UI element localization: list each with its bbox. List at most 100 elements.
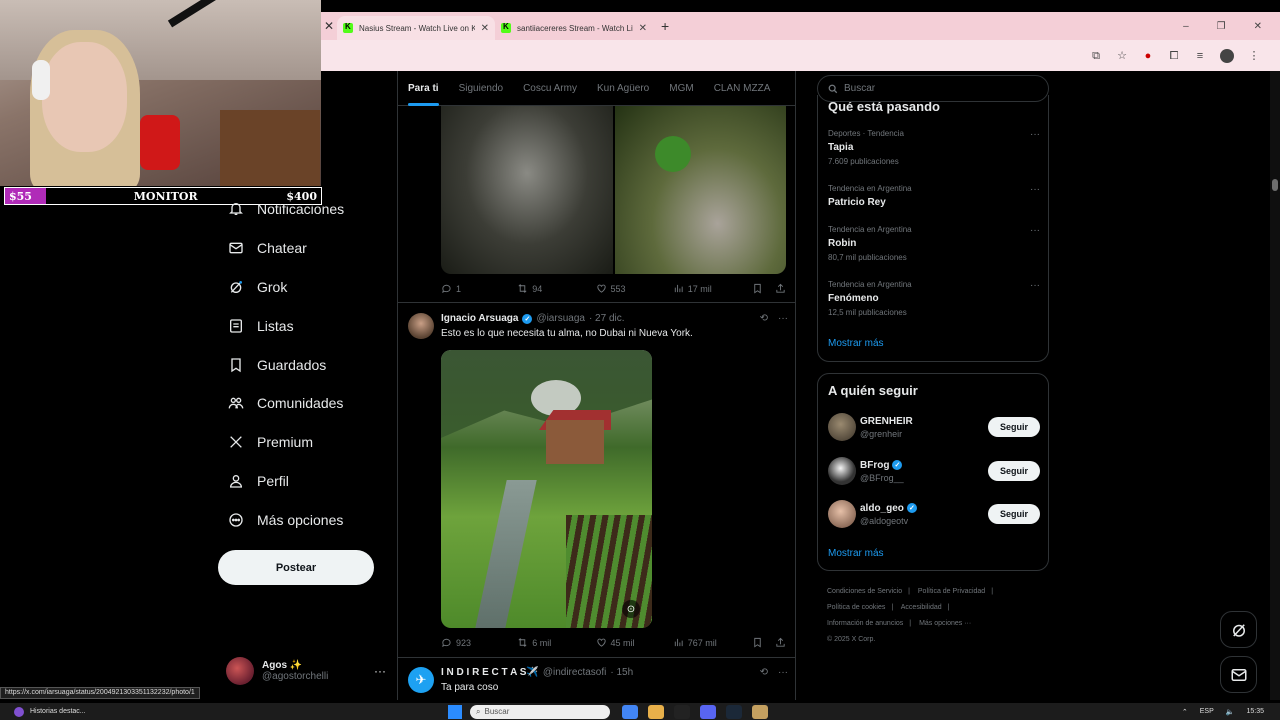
tab-para-ti[interactable]: Para ti <box>398 71 449 106</box>
post-time[interactable]: · 27 dic. <box>589 313 625 324</box>
nav-item-guardados[interactable]: Guardados <box>218 345 388 384</box>
author-name[interactable]: Ignacio Arsuaga <box>441 313 518 324</box>
page-scrollbar[interactable] <box>1270 71 1280 700</box>
author-name[interactable]: I N D I R E C T A S✈️ <box>441 667 539 678</box>
more-horizontal-icon[interactable]: ··· <box>1030 225 1040 236</box>
scrollbar-thumb[interactable] <box>1272 179 1278 191</box>
reply-button[interactable]: 923 <box>441 637 517 648</box>
nav-item-premium[interactable]: Premium <box>218 423 388 462</box>
adblock-icon[interactable]: ● <box>1142 50 1154 62</box>
chevron-up-icon[interactable]: ⌃ <box>1182 708 1188 716</box>
trend-item[interactable]: Tendencia en Argentina Fenómeno 12,5 mil… <box>828 280 1040 317</box>
minimize-icon[interactable]: – <box>1183 21 1189 32</box>
footer-link[interactable]: Política de cookies <box>827 604 885 611</box>
obs-icon[interactable] <box>674 704 690 719</box>
folder-icon[interactable] <box>648 704 664 719</box>
steam-icon[interactable] <box>726 704 742 719</box>
trends-show-more-link[interactable]: Mostrar más <box>828 338 884 349</box>
follow-button[interactable]: Seguir <box>988 417 1040 437</box>
tab-mgm[interactable]: MGM <box>659 71 703 106</box>
chrome-icon[interactable] <box>622 704 638 719</box>
nav-item-comunidades[interactable]: Comunidades <box>218 384 388 423</box>
messages-fab-button[interactable] <box>1220 656 1257 693</box>
grok-image-icon[interactable]: ⊙ <box>622 600 640 618</box>
news-widget-icon[interactable] <box>14 706 24 717</box>
kebab-menu-icon[interactable]: ⋮ <box>1248 50 1260 62</box>
nav-item-listas[interactable]: Listas <box>218 306 388 345</box>
kitten-image[interactable] <box>441 106 613 274</box>
trend-item[interactable]: Tendencia en Argentina Robin 80,7 mil pu… <box>828 225 1040 262</box>
more-horizontal-icon[interactable]: ··· <box>778 313 788 324</box>
views-button[interactable]: 767 mil <box>673 637 752 648</box>
more-horizontal-icon[interactable]: ··· <box>778 667 788 678</box>
trend-item[interactable]: Deportes · Tendencia Tapia 7.609 publica… <box>828 129 1040 166</box>
bookmark-icon[interactable] <box>752 283 763 294</box>
cabin-landscape-image[interactable]: ⊙ <box>441 350 652 628</box>
close-icon[interactable]: ✕ <box>639 23 647 34</box>
author-handle[interactable]: @iarsuaga <box>536 313 585 324</box>
account-switcher[interactable]: Agos ✨ @agostorchelli ··· <box>226 655 386 687</box>
cat-clover-image[interactable] <box>614 106 786 274</box>
author-handle[interactable]: @indirectasofi <box>543 667 607 678</box>
follow-suggestion[interactable]: BFrog ✓ @BFrog__ Seguir <box>828 456 1040 486</box>
share-icon[interactable] <box>775 637 786 648</box>
grok-fab-button[interactable] <box>1220 611 1257 648</box>
news-widget-label[interactable]: Historias destac... <box>30 708 86 715</box>
follow-suggestion[interactable]: GRENHEIR @grenheir Seguir <box>828 412 1040 442</box>
close-window-icon[interactable]: ✕ <box>1254 21 1262 32</box>
avatar[interactable] <box>408 313 434 339</box>
more-horizontal-icon[interactable]: ··· <box>374 664 386 678</box>
post-image-gallery[interactable] <box>441 106 786 274</box>
nav-item-perfil[interactable]: Perfil <box>218 462 388 501</box>
footer-link[interactable]: Accesibilidad <box>901 604 942 611</box>
taskbar-search[interactable]: ⌕ Buscar <box>470 704 610 719</box>
avatar[interactable]: ✈ <box>408 667 434 693</box>
search-input[interactable]: Buscar <box>817 75 1049 102</box>
more-horizontal-icon[interactable]: ··· <box>1030 280 1040 291</box>
post-button[interactable]: Postear <box>218 550 374 585</box>
nav-item-mas-opciones[interactable]: Más opciones <box>218 500 388 539</box>
more-horizontal-icon[interactable]: ··· <box>1030 184 1040 195</box>
tab-coscu-army[interactable]: Coscu Army <box>513 71 587 106</box>
bookmark-icon[interactable] <box>752 637 763 648</box>
footer-link[interactable]: Política de Privacidad <box>918 588 985 595</box>
star-icon[interactable]: ☆ <box>1116 50 1128 62</box>
like-button[interactable]: 45 mil <box>596 637 673 648</box>
grok-icon[interactable]: ⟲ <box>760 313 768 324</box>
trend-item[interactable]: Tendencia en Argentina Patricio Rey ··· <box>828 184 1040 208</box>
nav-item-chatear[interactable]: Chatear <box>218 229 388 268</box>
install-app-icon[interactable]: ⧉ <box>1090 50 1102 62</box>
like-button[interactable]: 553 <box>596 283 673 294</box>
media-icon[interactable]: ≡ <box>1194 50 1206 62</box>
browser-tab-santiiacereres[interactable]: santiiacereres Stream - Watch Live on Ki… <box>495 16 653 40</box>
grok-icon[interactable]: ⟲ <box>760 667 768 678</box>
share-icon[interactable] <box>775 283 786 294</box>
more-horizontal-icon[interactable]: ··· <box>1030 129 1040 140</box>
nav-item-grok[interactable]: Grok <box>218 268 388 307</box>
views-button[interactable]: 17 mil <box>673 283 752 294</box>
clock[interactable]: 15:35 <box>1246 708 1264 715</box>
close-icon[interactable]: ✕ <box>481 23 489 34</box>
post-time[interactable]: · 15h <box>610 667 633 678</box>
new-tab-icon[interactable]: + <box>661 18 669 34</box>
restore-icon[interactable]: ❐ <box>1217 21 1226 32</box>
tab-siguiendo[interactable]: Siguiendo <box>449 71 513 106</box>
reply-button[interactable]: 1 <box>441 283 517 294</box>
follow-button[interactable]: Seguir <box>988 504 1040 524</box>
extensions-icon[interactable]: ⧠ <box>1168 50 1180 62</box>
repost-button[interactable]: 94 <box>517 283 595 294</box>
speaker-icon[interactable]: 🔈 <box>1226 708 1235 716</box>
follow-button[interactable]: Seguir <box>988 461 1040 481</box>
discord-icon[interactable] <box>700 704 716 719</box>
follow-show-more-link[interactable]: Mostrar más <box>828 548 884 559</box>
app-icon[interactable] <box>752 704 768 719</box>
repost-button[interactable]: 6 mil <box>517 637 595 648</box>
profile-avatar[interactable] <box>1220 48 1234 63</box>
nav-item-notificaciones[interactable]: Notificaciones <box>218 190 388 229</box>
tab-clan-mzza[interactable]: CLAN MZZA <box>704 71 781 106</box>
footer-link[interactable]: Condiciones de Servicio <box>827 588 902 595</box>
tab-kun-aguero[interactable]: Kun Agüero <box>587 71 659 106</box>
close-icon[interactable]: ✕ <box>321 19 337 33</box>
footer-link[interactable]: Más opciones ··· <box>919 620 971 627</box>
windows-start-icon[interactable] <box>448 704 462 719</box>
